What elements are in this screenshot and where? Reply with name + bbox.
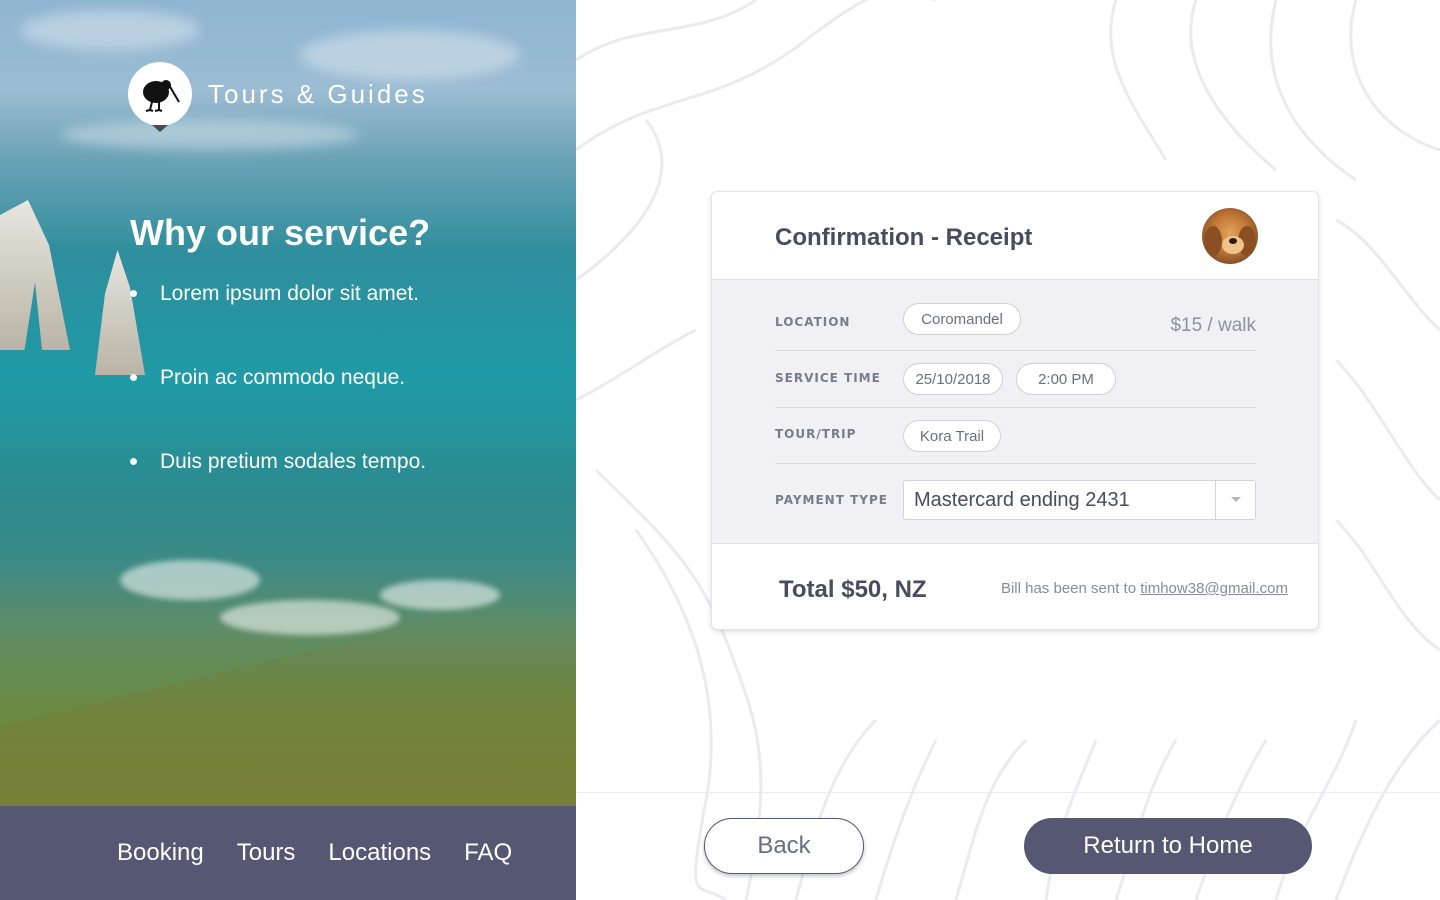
hero-foam	[220, 600, 400, 635]
hero-foam	[120, 560, 260, 600]
bullet-icon	[130, 374, 137, 381]
why-list: Lorem ipsum dolor sit amet. Proin ac com…	[130, 282, 426, 534]
receipt-header: Confirmation - Receipt	[712, 192, 1318, 280]
tour-row: TOUR/TRIP Kora Trail	[775, 408, 1256, 464]
receipt-details: LOCATION Coromandel $15 / walk SERVICE T…	[712, 280, 1318, 544]
why-list-item: Lorem ipsum dolor sit amet.	[130, 282, 426, 366]
tour-pill: Kora Trail	[903, 420, 1001, 452]
service-hour-pill: 2:00 PM	[1016, 363, 1116, 395]
why-item-text: Lorem ipsum dolor sit amet.	[160, 282, 420, 305]
bullet-icon	[130, 458, 137, 465]
user-avatar[interactable]	[1202, 208, 1258, 264]
brand[interactable]: Tours & Guides	[128, 62, 428, 132]
why-list-item: Duis pretium sodales tempo.	[130, 450, 426, 534]
tour-label: TOUR/TRIP	[775, 427, 857, 441]
why-item-text: Proin ac commodo neque.	[160, 366, 406, 389]
nav-faq[interactable]: FAQ	[464, 839, 512, 867]
nav-locations[interactable]: Locations	[328, 839, 431, 867]
service-time-row: SERVICE TIME 25/10/2018 2:00 PM	[775, 351, 1256, 408]
nav-booking[interactable]: Booking	[117, 839, 204, 867]
nav-tours[interactable]: Tours	[237, 839, 296, 867]
location-row: LOCATION Coromandel $15 / walk	[775, 280, 1256, 351]
receipt-title: Confirmation - Receipt	[775, 224, 1033, 251]
location-pill: Coromandel	[903, 303, 1021, 335]
hero-panel: Tours & Guides Why our service? Lorem ip…	[0, 0, 576, 900]
footer-nav: Booking Tours Locations FAQ	[0, 806, 576, 900]
chevron-down-icon[interactable]	[1215, 481, 1255, 519]
bullet-icon	[130, 290, 137, 297]
service-time-label: SERVICE TIME	[775, 371, 881, 385]
return-home-button[interactable]: Return to Home	[1024, 818, 1312, 874]
content-panel: Confirmation - Receipt LOCATION Coromand…	[576, 0, 1440, 900]
kiwi-bird-icon	[128, 62, 192, 132]
avatar-ear	[1204, 226, 1222, 256]
payment-value: Mastercard ending 2431	[914, 488, 1130, 511]
service-date-pill: 25/10/2018	[903, 363, 1003, 395]
bill-email-link[interactable]: timhow38@gmail.com	[1140, 580, 1288, 597]
divider	[576, 792, 1440, 793]
hero-cloud	[20, 10, 200, 50]
hero-cliff-arch	[0, 200, 70, 350]
payment-select[interactable]: Mastercard ending 2431	[903, 480, 1256, 520]
location-label: LOCATION	[775, 315, 851, 329]
receipt-card: Confirmation - Receipt LOCATION Coromand…	[711, 191, 1319, 630]
bill-text: Bill has been sent to	[1000, 580, 1141, 597]
why-item-text: Duis pretium sodales tempo.	[160, 450, 427, 473]
why-list-item: Proin ac commodo neque.	[130, 366, 426, 450]
total-amount: Total $50, NZ	[779, 576, 927, 603]
back-button[interactable]: Back	[704, 818, 864, 874]
brand-name: Tours & Guides	[208, 78, 428, 109]
avatar-nose	[1229, 238, 1237, 244]
price-label: $15 / walk	[1170, 315, 1256, 336]
why-title: Why our service?	[130, 212, 431, 253]
bill-notice: Bill has been sent to timhow38@gmail.com	[1001, 580, 1288, 597]
receipt-footer: Total $50, NZ Bill has been sent to timh…	[712, 544, 1318, 629]
payment-label: PAYMENT TYPE	[775, 493, 888, 507]
